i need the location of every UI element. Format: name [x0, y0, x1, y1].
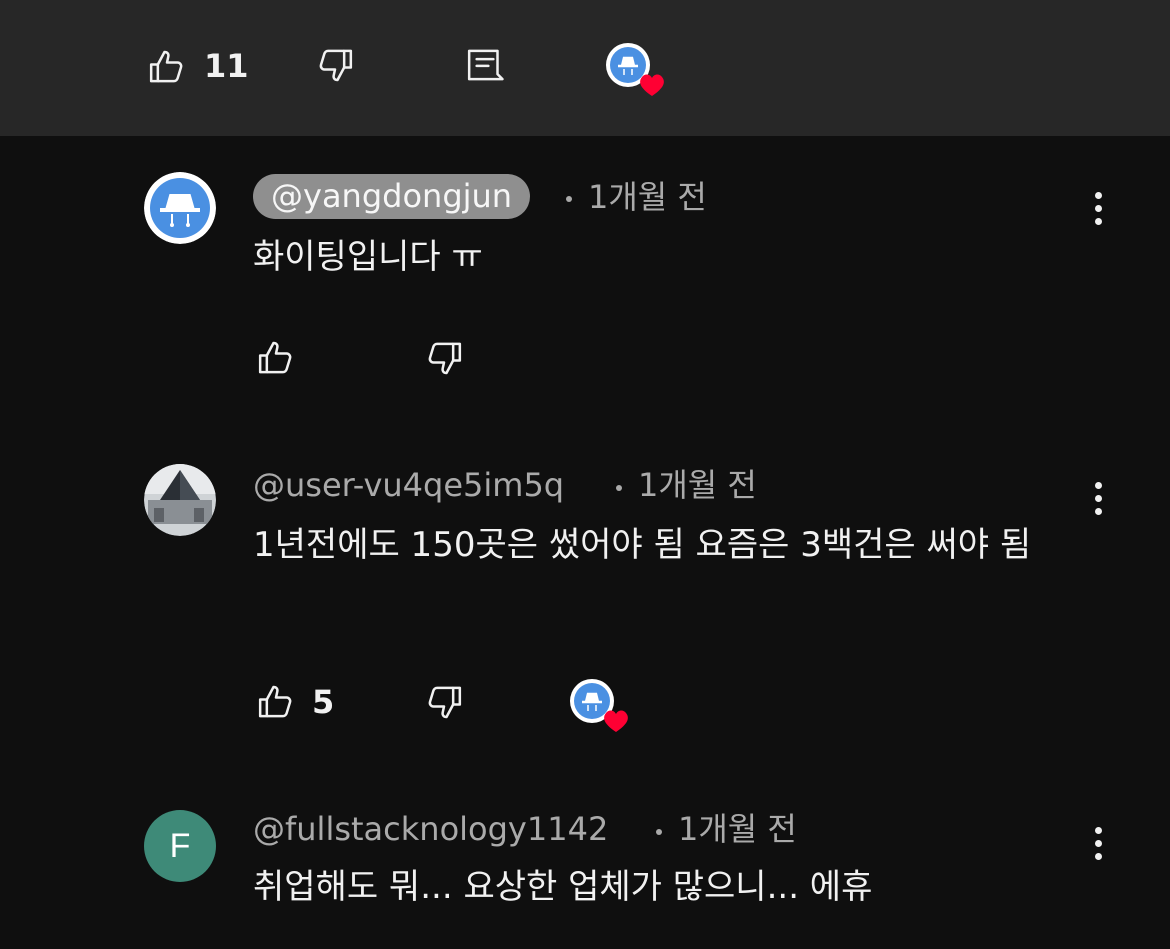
avatar[interactable]: F — [144, 810, 216, 882]
comment-like-count: 5 — [312, 683, 335, 721]
thumbs-up-icon — [258, 685, 292, 718]
comment-text: 1년전에도 150곳은 썼어야 됨 요즘은 3백건은 써야 됨 — [253, 525, 1032, 565]
dislike-button[interactable] — [314, 44, 356, 86]
thumbs-up-icon — [258, 341, 292, 374]
thumbs-up-icon — [149, 50, 183, 83]
video-action-bar: 11 — [0, 0, 1170, 136]
avatar[interactable] — [144, 464, 216, 536]
thumbs-down-icon — [428, 342, 462, 375]
like-button[interactable] — [256, 338, 296, 378]
comment-text: 화이팅입니다 ㅠ — [253, 237, 483, 277]
comment-icon — [467, 49, 504, 81]
comment-timestamp: 1개월 전 — [638, 466, 757, 504]
separator-dot — [616, 485, 622, 491]
dislike-button[interactable] — [424, 682, 464, 722]
thumbs-down-icon — [319, 49, 353, 82]
more-vertical-icon[interactable] — [1092, 827, 1104, 860]
creator-heart-badge — [606, 42, 670, 100]
creator-heart-badge — [570, 678, 634, 736]
comment-text: 취업해도 뭐... 요상한 업체가 많으니... 에휴 — [253, 867, 873, 907]
separator-dot — [656, 829, 662, 835]
more-vertical-icon[interactable] — [1092, 192, 1104, 225]
comment-author-handle[interactable]: @fullstacknology1142 — [253, 813, 608, 845]
dislike-button[interactable] — [424, 338, 464, 378]
comment-timestamp: 1개월 전 — [678, 810, 797, 848]
avatar[interactable] — [144, 172, 216, 244]
video-like-count: 11 — [204, 47, 249, 85]
more-vertical-icon[interactable] — [1092, 482, 1104, 515]
comment-author-handle[interactable]: @yangdongjun — [253, 174, 531, 219]
like-button[interactable] — [256, 682, 296, 722]
like-button[interactable] — [146, 46, 188, 88]
reply-button[interactable] — [464, 44, 506, 86]
comment-timestamp: 1개월 전 — [588, 178, 707, 216]
comment-author-handle[interactable]: @user-vu4qe5im5q — [253, 469, 564, 501]
thumbs-down-icon — [428, 686, 462, 719]
separator-dot — [566, 196, 572, 202]
